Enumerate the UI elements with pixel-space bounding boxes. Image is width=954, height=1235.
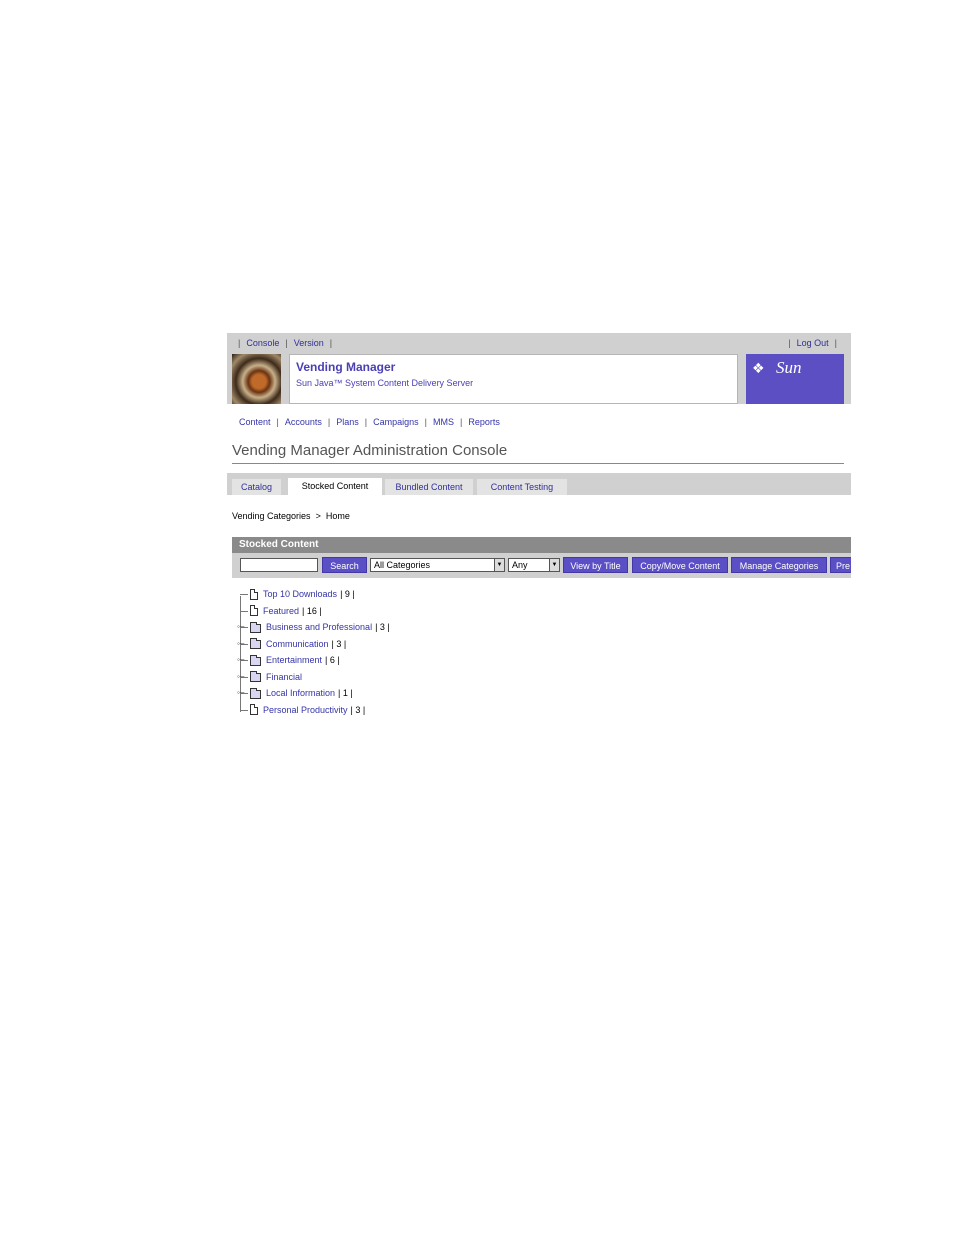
title-divider: [232, 463, 844, 464]
separator: |: [238, 338, 241, 348]
tree-item-count: | 3 |: [350, 704, 366, 715]
tree-item-count: | 16 |: [302, 605, 322, 616]
tree-item-count: | 6 |: [325, 655, 340, 665]
tab-catalog[interactable]: Catalog: [232, 479, 281, 495]
separator: |: [364, 417, 368, 427]
tree-item[interactable]: ◦– Business and Professional | 3 |: [236, 619, 390, 635]
tree-item-label[interactable]: Personal Productivity: [263, 705, 348, 715]
chevron-down-icon: ▼: [549, 559, 559, 571]
folder-icon: [250, 621, 261, 633]
separator: |: [459, 417, 463, 427]
separator: |: [276, 417, 279, 427]
chevron-down-icon: ▼: [494, 559, 504, 571]
tree-item-label[interactable]: Local Information: [266, 688, 335, 698]
tree-item-count: | 1 |: [338, 688, 353, 698]
sun-logo: ❖ Sun: [746, 354, 844, 404]
tree-item-label[interactable]: Business and Professional: [266, 622, 372, 632]
expand-icon[interactable]: ◦–: [237, 639, 244, 647]
header-photo: [232, 354, 281, 404]
expand-icon[interactable]: ◦–: [237, 623, 244, 631]
search-input[interactable]: [240, 558, 318, 572]
separator: |: [788, 338, 791, 348]
breadcrumb-parent[interactable]: Vending Categories: [232, 511, 311, 521]
document-icon: [250, 605, 258, 616]
expand-icon[interactable]: ◦–: [237, 656, 244, 664]
tree-item[interactable]: Personal Productivity | 3 |: [236, 702, 365, 718]
breadcrumb-current: Home: [325, 511, 350, 521]
nav-item-plans[interactable]: Plans: [336, 417, 359, 427]
product-banner: Vending Manager Sun Java™ System Content…: [289, 354, 738, 404]
expand-icon[interactable]: ◦–: [237, 689, 244, 697]
tree-item[interactable]: ◦– Financial: [236, 669, 305, 685]
tree-item-label[interactable]: Entertainment: [266, 655, 322, 665]
search-button[interactable]: Search: [322, 557, 367, 573]
document-icon: [250, 704, 258, 715]
sun-logo-text: Sun: [776, 358, 802, 377]
breadcrumb: Vending Categories > Home: [232, 511, 350, 521]
document-icon: [250, 588, 258, 600]
copy-move-content-button[interactable]: Copy/Move Content: [632, 557, 728, 573]
tree-item-label[interactable]: Financial: [266, 672, 302, 682]
separator: |: [327, 417, 331, 427]
separator: |: [285, 338, 288, 348]
logout-link[interactable]: Log Out: [797, 338, 829, 348]
tree-item-count: | 3 |: [375, 622, 390, 632]
content-toolbar: Search All Categories ▼ Any ▼ View by Ti…: [232, 553, 851, 578]
folder-icon: [250, 638, 261, 649]
nav-item-campaigns[interactable]: Campaigns: [373, 417, 419, 427]
tree-item[interactable]: ◦– Local Information | 1 |: [236, 685, 353, 701]
page-title: Vending Manager Administration Console: [232, 442, 508, 459]
nav-item-accounts[interactable]: Accounts: [285, 417, 322, 427]
separator: |: [834, 338, 837, 348]
product-title: Vending Manager: [296, 360, 396, 374]
type-select[interactable]: Any ▼: [508, 558, 560, 572]
nav-item-mms[interactable]: MMS: [433, 417, 454, 427]
main-nav: Content | Accounts | Plans | Campaigns |…: [239, 417, 500, 427]
category-tree: Top 10 Downloads | 9 | Featured | 16 | ◦…: [236, 586, 536, 718]
tab-bundled-content[interactable]: Bundled Content: [385, 479, 473, 495]
tree-item-label[interactable]: Featured: [263, 606, 299, 616]
header-bar: | Console | Version | | Log Out | Vendin…: [227, 333, 851, 404]
breadcrumb-separator: >: [315, 511, 321, 521]
manage-categories-button[interactable]: Manage Categories: [731, 557, 827, 573]
version-link[interactable]: Version: [294, 338, 324, 348]
tree-item[interactable]: Featured | 16 |: [236, 603, 322, 619]
tab-content-testing[interactable]: Content Testing: [477, 479, 567, 495]
nav-item-content[interactable]: Content: [239, 417, 271, 427]
tree-item[interactable]: Top 10 Downloads | 9 |: [236, 586, 355, 602]
nav-item-reports[interactable]: Reports: [468, 417, 500, 427]
preview-button[interactable]: Pre: [830, 557, 851, 573]
tree-item-count: | 9 |: [340, 589, 355, 599]
console-link[interactable]: Console: [246, 338, 279, 348]
folder-icon: [250, 654, 261, 666]
tree-item-label[interactable]: Top 10 Downloads: [263, 589, 337, 599]
tree-item[interactable]: ◦– Entertainment | 6 |: [236, 652, 340, 668]
folder-icon: [250, 687, 261, 699]
utility-links: | Console | Version |: [232, 338, 338, 348]
separator: |: [424, 417, 427, 427]
tab-stocked-content[interactable]: Stocked Content: [288, 478, 382, 495]
folder-icon: [250, 671, 261, 682]
expand-icon[interactable]: ◦–: [237, 672, 244, 680]
category-select[interactable]: All Categories ▼: [370, 558, 505, 572]
sun-logo-icon: ❖: [752, 360, 765, 376]
view-by-title-button[interactable]: View by Title: [563, 557, 628, 573]
panel-title: Stocked Content: [232, 537, 851, 553]
utility-links-right: | Log Out |: [782, 338, 843, 348]
admin-console: | Console | Version | | Log Out | Vendin…: [227, 333, 851, 723]
tree-item-label[interactable]: Communication: [266, 639, 329, 649]
separator: |: [329, 338, 333, 348]
tree-item-count: | 3 |: [331, 638, 347, 649]
tab-bar: Catalog Stocked Content Bundled Content …: [227, 473, 851, 495]
type-select-value: Any: [512, 560, 528, 570]
product-subtitle: Sun Java™ System Content Delivery Server: [296, 378, 474, 388]
category-select-value: All Categories: [374, 560, 431, 570]
tree-item[interactable]: ◦– Communication | 3 |: [236, 636, 346, 652]
